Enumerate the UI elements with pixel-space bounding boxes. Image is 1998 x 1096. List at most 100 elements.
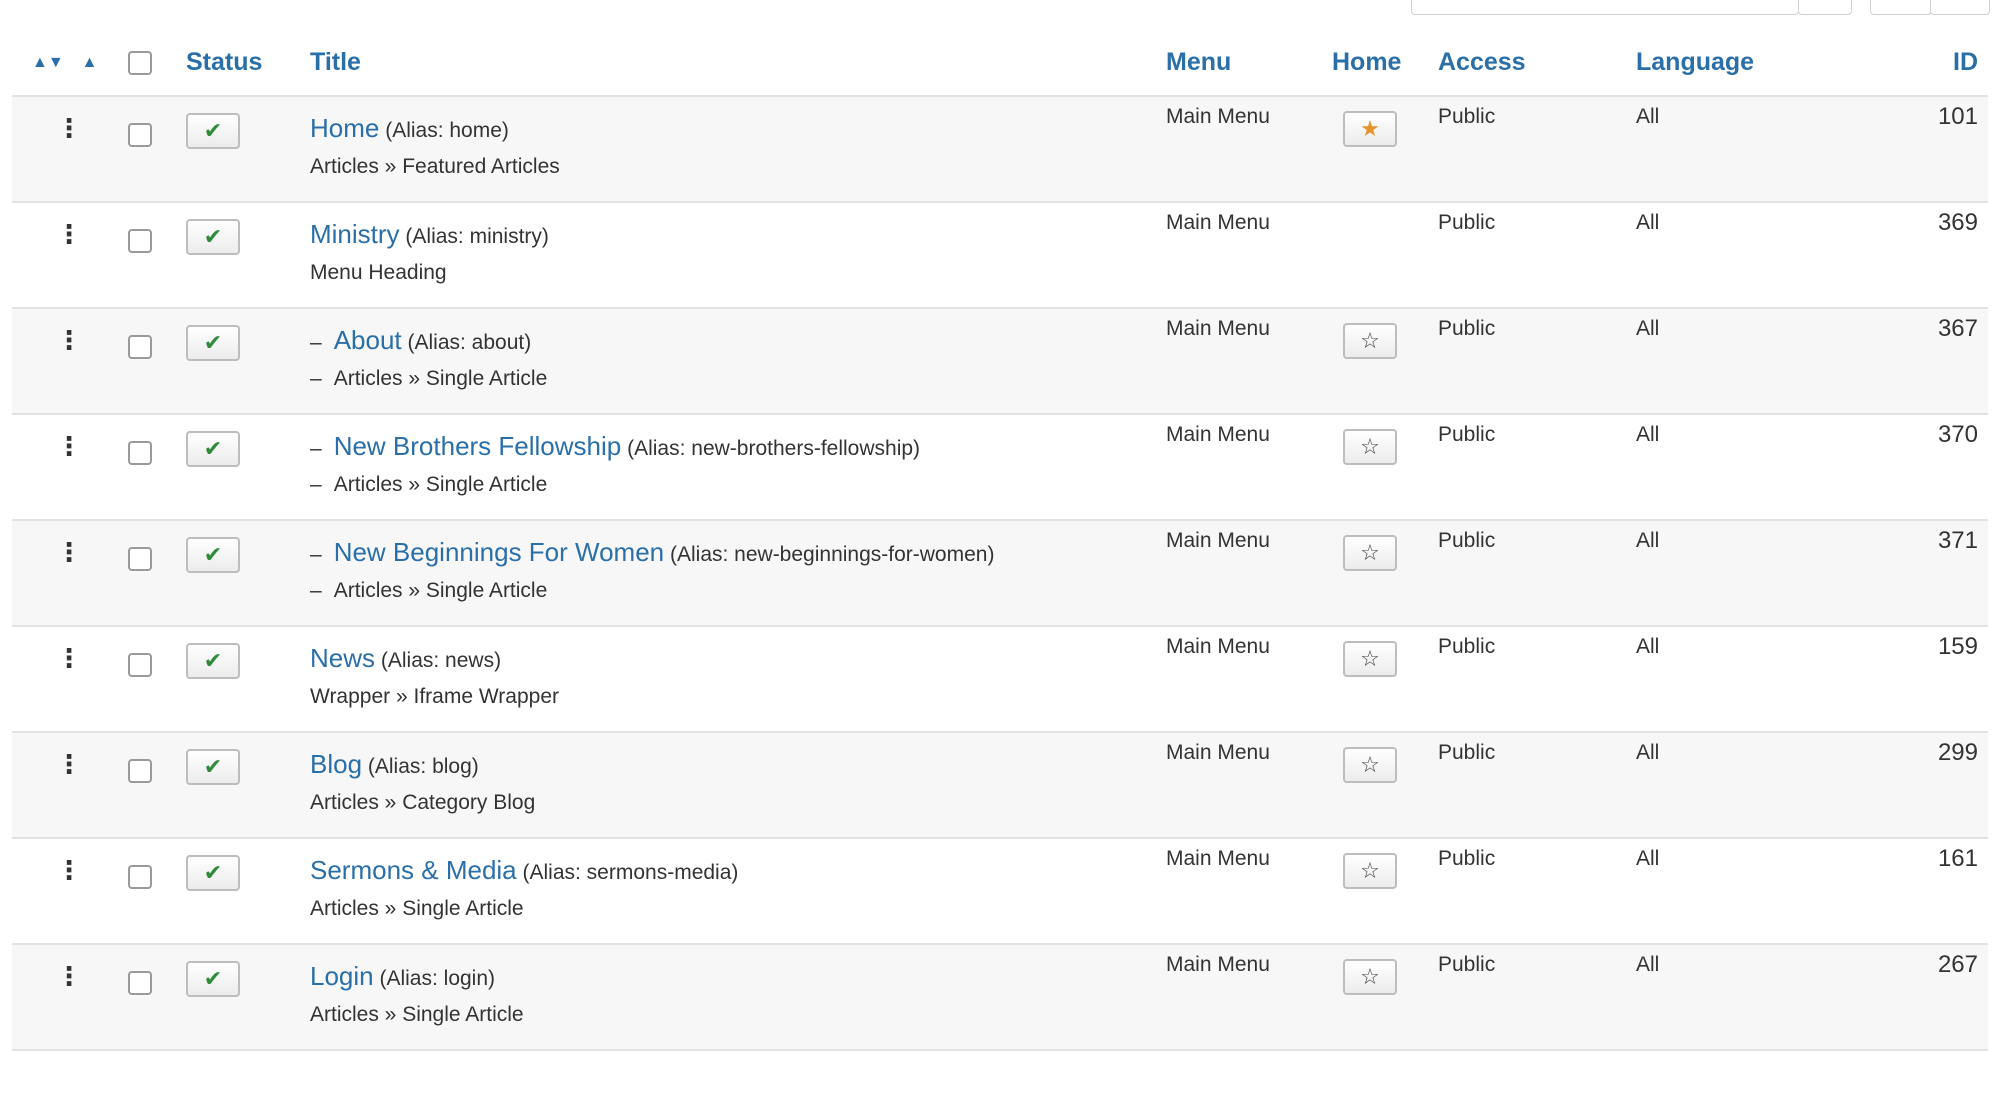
drag-handle-icon[interactable]: ⋮	[12, 415, 128, 459]
menu-header[interactable]: Menu	[1166, 30, 1332, 97]
check-icon[interactable]: ✔	[186, 219, 240, 255]
star-empty-icon[interactable]: ☆	[1343, 429, 1397, 465]
item-alias: (Alias: news)	[380, 649, 502, 672]
item-title-link[interactable]: New Beginnings For Women	[334, 537, 664, 567]
star-empty-icon[interactable]: ☆	[1343, 323, 1397, 359]
item-type: Articles » Single Article	[310, 1003, 524, 1026]
item-alias: (Alias: about)	[407, 331, 532, 354]
item-access: Public	[1438, 105, 1496, 128]
checkbox-cell	[128, 732, 186, 839]
ordering-cell: ⋮	[12, 96, 128, 203]
check-icon[interactable]: ✔	[186, 855, 240, 891]
list-limit-toggle[interactable]	[1930, 0, 1990, 15]
item-type: Articles » Featured Articles	[310, 155, 560, 178]
language-header[interactable]: Language	[1636, 30, 1888, 97]
drag-handle-icon[interactable]: ⋮	[12, 521, 128, 565]
id-header[interactable]: ID	[1888, 30, 1988, 97]
item-title-link[interactable]: Login	[310, 961, 374, 991]
row-checkbox[interactable]	[128, 441, 152, 465]
sort-icon[interactable]: ▲▼	[32, 54, 64, 71]
check-all-checkbox[interactable]	[128, 51, 152, 76]
star-empty-icon[interactable]: ☆	[1343, 959, 1397, 995]
drag-handle-icon[interactable]: ⋮	[12, 627, 128, 671]
ordering-cell: ⋮	[12, 202, 128, 309]
check-icon[interactable]: ✔	[186, 749, 240, 785]
drag-handle-icon[interactable]: ⋮	[12, 97, 128, 141]
item-title-link[interactable]: Blog	[310, 749, 362, 779]
item-alias: (Alias: new-brothers-fellowship)	[627, 437, 921, 460]
status-header[interactable]: Status	[186, 30, 296, 97]
row-checkbox[interactable]	[128, 865, 152, 889]
item-menu: Main Menu	[1166, 635, 1270, 658]
check-icon[interactable]: ✔	[186, 325, 240, 361]
item-id: 371	[1937, 527, 1978, 554]
status-cell: ✔	[186, 732, 296, 839]
check-icon[interactable]: ✔	[186, 537, 240, 573]
drag-handle-icon[interactable]: ⋮	[12, 945, 128, 989]
table-row: ⋮ ✔ Home (Alias: home) Articles » Featur…	[12, 96, 1988, 203]
item-access: Public	[1438, 211, 1496, 234]
row-checkbox[interactable]	[128, 971, 152, 995]
item-alias: (Alias: new-beginnings-for-women)	[669, 543, 995, 566]
status-cell: ✔	[186, 96, 296, 203]
item-title-link[interactable]: New Brothers Fellowship	[334, 431, 622, 461]
home-cell: ☆	[1332, 732, 1438, 839]
star-filled-icon[interactable]: ★	[1343, 111, 1397, 147]
item-access: Public	[1438, 635, 1496, 658]
list-limit-select[interactable]	[1870, 0, 1932, 15]
item-title-link[interactable]: About	[334, 325, 402, 355]
check-icon[interactable]: ✔	[186, 961, 240, 997]
title-cell: Login (Alias: login) Articles » Single A…	[296, 944, 1166, 1051]
drag-handle-icon[interactable]: ⋮	[12, 309, 128, 353]
check-icon[interactable]: ✔	[186, 113, 240, 149]
table-row: ⋮ ✔ – New Beginnings For Women (Alias: ne…	[12, 520, 1988, 627]
check-icon[interactable]: ✔	[186, 643, 240, 679]
language-cell: All	[1636, 626, 1888, 733]
item-title-link[interactable]: Home	[310, 113, 379, 143]
star-empty-icon[interactable]: ☆	[1343, 853, 1397, 889]
ordering-header[interactable]: ▲▼ ▲	[12, 30, 128, 97]
status-cell: ✔	[186, 202, 296, 309]
drag-handle-icon[interactable]: ⋮	[12, 839, 128, 883]
home-header[interactable]: Home	[1332, 30, 1438, 97]
row-checkbox[interactable]	[128, 653, 152, 677]
check-icon[interactable]: ✔	[186, 431, 240, 467]
row-checkbox[interactable]	[128, 229, 152, 253]
star-empty-icon[interactable]: ☆	[1343, 747, 1397, 783]
id-cell: 161	[1888, 838, 1988, 945]
language-cell: All	[1636, 944, 1888, 1051]
row-checkbox[interactable]	[128, 335, 152, 359]
title-cell: Sermons & Media (Alias: sermons-media) A…	[296, 838, 1166, 945]
star-empty-icon[interactable]: ☆	[1343, 641, 1397, 677]
item-menu: Main Menu	[1166, 317, 1270, 340]
item-alias: (Alias: blog)	[367, 755, 479, 778]
item-language: All	[1636, 317, 1660, 340]
item-title-link[interactable]: Sermons & Media	[310, 855, 517, 885]
item-title-link[interactable]: News	[310, 643, 375, 673]
item-id: 299	[1937, 739, 1978, 766]
item-title-link[interactable]: Ministry	[310, 219, 400, 249]
item-type: Articles » Single Article	[310, 897, 524, 920]
drag-handle-icon[interactable]: ⋮	[12, 733, 128, 777]
star-empty-icon[interactable]: ☆	[1343, 535, 1397, 571]
item-alias: (Alias: home)	[385, 119, 509, 142]
caret-up-icon[interactable]: ▲	[82, 54, 98, 71]
item-language: All	[1636, 529, 1660, 552]
menu-cell: Main Menu	[1166, 732, 1332, 839]
row-checkbox[interactable]	[128, 547, 152, 571]
item-type: Wrapper » Iframe Wrapper	[310, 685, 559, 708]
checkbox-cell	[128, 626, 186, 733]
access-cell: Public	[1438, 944, 1636, 1051]
home-cell: ☆	[1332, 520, 1438, 627]
title-header[interactable]: Title	[296, 30, 1166, 97]
item-type: Menu Heading	[310, 261, 447, 284]
language-cell: All	[1636, 96, 1888, 203]
drag-handle-icon[interactable]: ⋮	[12, 203, 128, 247]
access-header[interactable]: Access	[1438, 30, 1636, 97]
search-button[interactable]	[1798, 0, 1852, 15]
home-cell: ☆	[1332, 838, 1438, 945]
search-input[interactable]	[1411, 0, 1799, 15]
row-checkbox[interactable]	[128, 123, 152, 147]
row-checkbox[interactable]	[128, 759, 152, 783]
access-cell: Public	[1438, 626, 1636, 733]
